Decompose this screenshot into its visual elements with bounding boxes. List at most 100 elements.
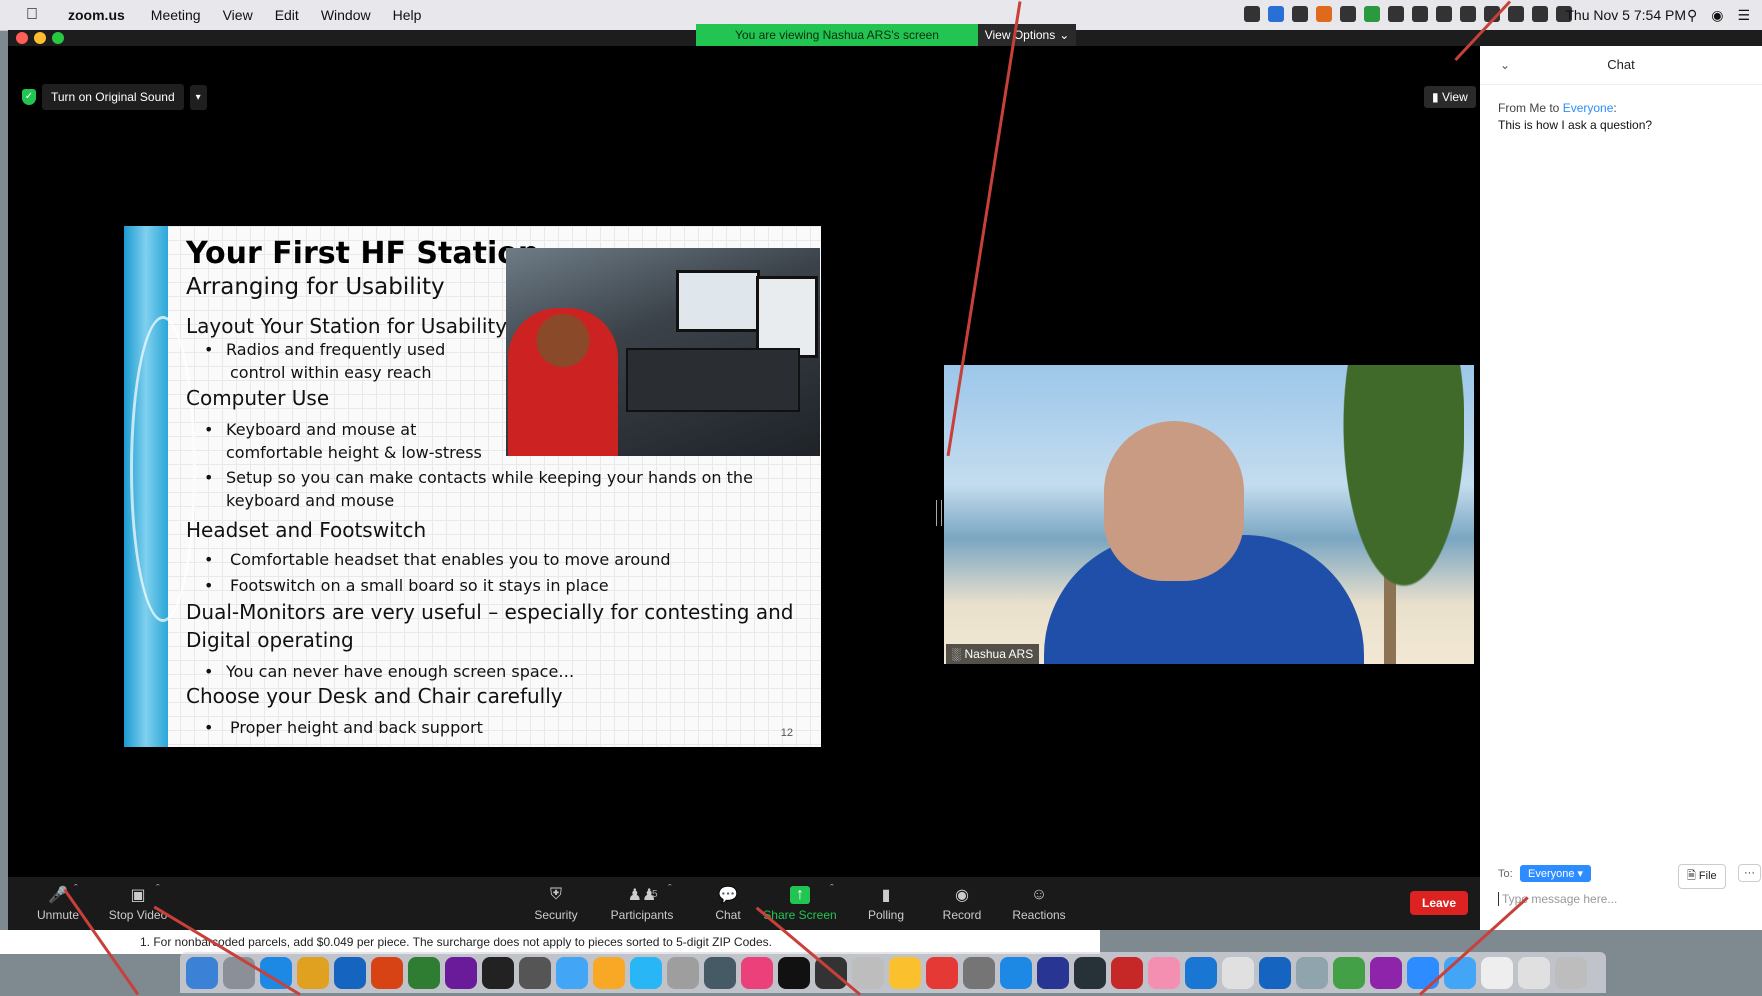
slide-bullet: Proper height and back support [204, 716, 483, 739]
messages-icon[interactable] [556, 956, 588, 989]
app-icon[interactable] [1074, 956, 1106, 989]
finder-icon[interactable] [186, 956, 218, 989]
chrome-icon[interactable] [297, 956, 329, 989]
slide-title: Your First HF Station [186, 236, 540, 271]
photo-monitor [676, 270, 760, 332]
share-screen-icon: ↑ [790, 885, 810, 904]
slide-heading: Layout Your Station for Usability [186, 314, 508, 338]
word-icon[interactable] [1259, 956, 1291, 989]
stop-video-button[interactable]: ▣ Stop Video [100, 877, 176, 930]
app-icon[interactable] [667, 956, 699, 989]
music-icon[interactable] [741, 956, 773, 989]
menu-app-name[interactable]: zoom.us [68, 7, 125, 23]
slack-icon[interactable] [1370, 956, 1402, 989]
app4-tray-icon[interactable] [1388, 6, 1404, 22]
apple-icon[interactable]:  [26, 6, 48, 24]
search-icon[interactable]: ⚲ [1687, 7, 1697, 24]
chat-more-button[interactable]: ··· [1738, 864, 1761, 882]
app2-tray-icon[interactable] [1340, 6, 1356, 22]
photo-monitor [756, 276, 818, 358]
chat-file-button[interactable]: 🗎 File [1678, 864, 1726, 889]
app-icon[interactable] [630, 956, 662, 989]
outlook-icon[interactable] [334, 956, 366, 989]
app-icon[interactable] [1185, 956, 1217, 989]
drive-tray-icon[interactable] [1412, 6, 1428, 22]
trash-icon[interactable] [1555, 956, 1587, 989]
menu-list-icon[interactable]: ☰ [1737, 7, 1750, 24]
app3-tray-icon[interactable] [1364, 6, 1380, 22]
maximize-window-icon[interactable] [52, 32, 64, 44]
mac-dock [180, 952, 1606, 993]
airplay-tray-icon[interactable] [1436, 6, 1452, 22]
original-sound-button[interactable]: Turn on Original Sound [42, 84, 184, 110]
app-icon[interactable] [926, 956, 958, 989]
app-icon[interactable] [852, 956, 884, 989]
leave-button[interactable]: Leave [1410, 891, 1469, 915]
document-icon[interactable] [1481, 956, 1513, 989]
app-icon[interactable] [1296, 956, 1328, 989]
onenote-icon[interactable] [445, 956, 477, 989]
keychain-icon[interactable] [889, 956, 921, 989]
app-icon[interactable] [704, 956, 736, 989]
chat-message-target[interactable]: Everyone [1563, 101, 1614, 115]
polling-button[interactable]: ▮ Polling [856, 877, 916, 930]
minimize-window-icon[interactable] [34, 32, 46, 44]
evernote-icon[interactable] [1333, 956, 1365, 989]
app-icon[interactable] [519, 956, 551, 989]
system-preferences-icon[interactable] [963, 956, 995, 989]
chat-panel: ⌄ Chat From Me to Everyone: This is how … [1480, 46, 1762, 930]
view-options-button[interactable]: View Options ⌄ [978, 24, 1076, 46]
app-icon[interactable] [1222, 956, 1254, 989]
security-button[interactable]: ⛨ Security [526, 877, 586, 930]
dropbox-tray-icon[interactable] [1268, 6, 1284, 22]
chat-button[interactable]: 💬 Chat [698, 877, 758, 930]
chevron-down-icon: ▾ [1577, 868, 1584, 880]
excel-icon[interactable] [408, 956, 440, 989]
menu-meeting[interactable]: Meeting [151, 7, 201, 23]
sonos-icon[interactable] [778, 956, 810, 989]
close-window-icon[interactable] [16, 32, 28, 44]
powerpoint-icon[interactable] [371, 956, 403, 989]
menu-edit[interactable]: Edit [275, 7, 299, 23]
panel-splitter-handle[interactable] [936, 500, 942, 526]
speaker-video[interactable]: ░ Nashua ARS [944, 365, 1474, 664]
menu-view[interactable]: View [223, 7, 253, 23]
app-icon[interactable] [1148, 956, 1180, 989]
share-caret-icon[interactable]: ˆ [830, 883, 834, 895]
launchpad-icon[interactable] [223, 956, 255, 989]
terminal-icon[interactable] [482, 956, 514, 989]
slide-bullet: Radios and frequently usedcontrol within… [204, 338, 445, 384]
zoom-tray-icon[interactable] [1244, 6, 1260, 22]
document-icon[interactable] [1518, 956, 1550, 989]
video-options-caret-icon[interactable]: ˆ [156, 883, 160, 895]
chevron-down-icon[interactable]: ▾ [189, 84, 207, 110]
app-tray-icon[interactable] [1292, 6, 1308, 22]
photos-icon[interactable] [593, 956, 625, 989]
siri-icon[interactable]: ◉ [1711, 7, 1723, 24]
bluetooth-tray-icon[interactable] [1508, 6, 1524, 22]
wifi-icon[interactable] [1532, 6, 1548, 22]
menu-window[interactable]: Window [321, 7, 371, 23]
participants-caret-icon[interactable]: ˆ [668, 883, 672, 895]
menu-help[interactable]: Help [393, 7, 422, 23]
record-button[interactable]: ◉ Record [932, 877, 992, 930]
chevron-down-icon[interactable]: ⌄ [1500, 46, 1510, 84]
audio-options-caret-icon[interactable]: ˆ [74, 883, 78, 895]
unmute-button[interactable]: 🎤 Unmute [28, 877, 88, 930]
zap-icon[interactable] [1037, 956, 1069, 989]
app-store-icon[interactable] [1000, 956, 1032, 989]
app-icon[interactable] [1111, 956, 1143, 989]
folder-icon[interactable] [1444, 956, 1476, 989]
encryption-shield-icon[interactable]: ✓ [22, 89, 36, 105]
view-button[interactable]: ▮ View [1424, 86, 1476, 108]
chat-message-input[interactable]: Type message here... [1498, 892, 1617, 906]
chat-label: Chat [715, 907, 741, 922]
timemachine-tray-icon[interactable] [1460, 6, 1476, 22]
reactions-button[interactable]: ☺ Reactions [1006, 877, 1072, 930]
chat-recipient-dropdown[interactable]: Everyone ▾ [1520, 865, 1592, 882]
slide-photo [506, 248, 820, 456]
chat-title: Chat [1607, 57, 1635, 72]
slide-bullet: Setup so you can make contacts while kee… [204, 466, 753, 512]
clock[interactable]: Thu Nov 5 7:54 PM [1565, 7, 1686, 23]
alert-tray-icon[interactable] [1316, 6, 1332, 22]
